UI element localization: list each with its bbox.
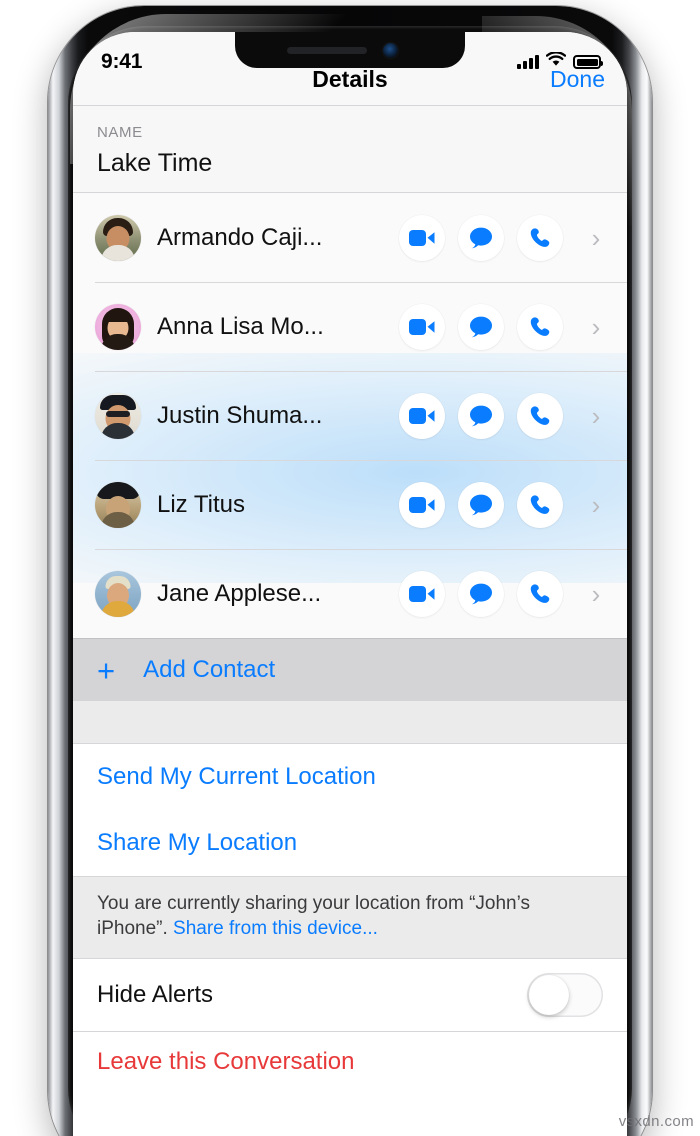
row-separator bbox=[95, 282, 627, 283]
contact-name: Justin Shuma... bbox=[157, 401, 323, 429]
hide-alerts-row[interactable]: Hide Alerts bbox=[73, 958, 627, 1031]
send-current-location-row[interactable]: Send My Current Location bbox=[73, 744, 627, 810]
facetime-button[interactable] bbox=[399, 570, 445, 617]
contact-name: Jane Applese... bbox=[157, 579, 322, 607]
contact-name: Anna Lisa Mo... bbox=[157, 312, 324, 340]
hide-alerts-toggle[interactable] bbox=[527, 972, 603, 1017]
call-button[interactable] bbox=[517, 214, 563, 261]
list-item[interactable]: Armando Caji... › bbox=[73, 193, 627, 282]
avatar bbox=[95, 303, 141, 350]
share-my-location-row[interactable]: Share My Location bbox=[73, 810, 627, 876]
row-separator bbox=[95, 460, 627, 461]
add-contact-button[interactable]: + Add Contact bbox=[73, 638, 627, 701]
row-separator bbox=[95, 371, 627, 372]
speech-bubble-icon bbox=[470, 405, 492, 426]
avatar bbox=[95, 214, 141, 261]
avatar bbox=[95, 481, 141, 528]
facetime-button[interactable] bbox=[399, 481, 445, 528]
call-button[interactable] bbox=[517, 570, 563, 617]
video-camera-icon bbox=[409, 585, 435, 602]
chevron-right-icon: › bbox=[591, 578, 601, 609]
phone-handset-icon bbox=[530, 405, 550, 425]
plus-icon: + bbox=[97, 652, 116, 688]
contact-actions: › bbox=[399, 392, 607, 439]
share-from-this-device-link[interactable]: Share from this device... bbox=[173, 918, 378, 939]
battery-full-icon bbox=[573, 55, 603, 69]
chevron-right-icon: › bbox=[591, 222, 601, 253]
list-item[interactable]: Liz Titus › bbox=[73, 460, 627, 549]
status-indicators bbox=[517, 51, 603, 72]
call-button[interactable] bbox=[517, 481, 563, 528]
phone-handset-icon bbox=[530, 583, 550, 603]
watermark: vsxdn.com bbox=[618, 1113, 694, 1130]
hide-alerts-label: Hide Alerts bbox=[97, 980, 214, 1008]
video-camera-icon bbox=[409, 496, 435, 513]
speech-bubble-icon bbox=[470, 494, 492, 515]
screenshot-stage: 9:41 Details Done NAME Lake Time Armando… bbox=[0, 0, 700, 1136]
toggle-knob bbox=[529, 974, 569, 1015]
contact-actions: › bbox=[399, 214, 607, 261]
message-button[interactable] bbox=[458, 570, 504, 617]
phone-handset-icon bbox=[530, 316, 550, 336]
earpiece-speaker-icon bbox=[287, 47, 367, 54]
share-my-location-label: Share My Location bbox=[97, 829, 298, 856]
cellular-bars-icon bbox=[517, 55, 539, 69]
chevron-right-icon: › bbox=[591, 400, 601, 431]
chevron-right-icon: › bbox=[591, 311, 601, 342]
video-camera-icon bbox=[409, 407, 435, 424]
message-button[interactable] bbox=[458, 214, 504, 261]
display-notch bbox=[235, 32, 465, 68]
avatar bbox=[95, 570, 141, 617]
location-sharing-note: You are currently sharing your location … bbox=[73, 876, 627, 959]
facetime-button[interactable] bbox=[399, 303, 445, 350]
name-input[interactable]: Lake Time bbox=[97, 149, 603, 178]
contact-name: Armando Caji... bbox=[157, 223, 323, 251]
contact-name: Liz Titus bbox=[157, 490, 246, 518]
wifi-icon bbox=[545, 51, 567, 72]
message-button[interactable] bbox=[458, 392, 504, 439]
call-button[interactable] bbox=[517, 303, 563, 350]
section-gap bbox=[73, 701, 627, 744]
row-separator bbox=[95, 549, 627, 550]
phone-handset-icon bbox=[530, 494, 550, 514]
name-label: NAME bbox=[97, 124, 143, 141]
list-item[interactable]: Justin Shuma... › bbox=[73, 371, 627, 460]
contact-actions: › bbox=[399, 303, 607, 350]
leave-conversation-label: Leave this Conversation bbox=[97, 1047, 355, 1075]
contact-actions: › bbox=[399, 481, 607, 528]
speech-bubble-icon bbox=[470, 583, 492, 604]
message-button[interactable] bbox=[458, 303, 504, 350]
call-button[interactable] bbox=[517, 392, 563, 439]
speech-bubble-icon bbox=[470, 316, 492, 337]
avatar bbox=[95, 392, 141, 439]
speech-bubble-icon bbox=[470, 227, 492, 248]
name-section: NAME Lake Time bbox=[73, 106, 627, 193]
video-camera-icon bbox=[409, 229, 435, 246]
status-clock: 9:41 bbox=[101, 50, 143, 73]
facetime-button[interactable] bbox=[399, 392, 445, 439]
contacts-list: Armando Caji... › Anna Lisa Mo... › Just… bbox=[73, 193, 627, 638]
phone-screen: 9:41 Details Done NAME Lake Time Armando… bbox=[73, 32, 627, 1136]
leave-conversation-row[interactable]: Leave this Conversation bbox=[73, 1030, 627, 1092]
details-content: NAME Lake Time Armando Caji... › Anna Li… bbox=[73, 106, 627, 1092]
front-camera-icon bbox=[383, 43, 398, 58]
phone-handset-icon bbox=[530, 227, 550, 247]
add-contact-label: Add Contact bbox=[143, 656, 276, 683]
send-current-location-label: Send My Current Location bbox=[97, 763, 376, 790]
message-button[interactable] bbox=[458, 481, 504, 528]
list-item[interactable]: Jane Applese... › bbox=[73, 549, 627, 638]
facetime-button[interactable] bbox=[399, 214, 445, 261]
contact-actions: › bbox=[399, 570, 607, 617]
list-item[interactable]: Anna Lisa Mo... › bbox=[73, 282, 627, 371]
chevron-right-icon: › bbox=[591, 489, 601, 520]
video-camera-icon bbox=[409, 318, 435, 335]
